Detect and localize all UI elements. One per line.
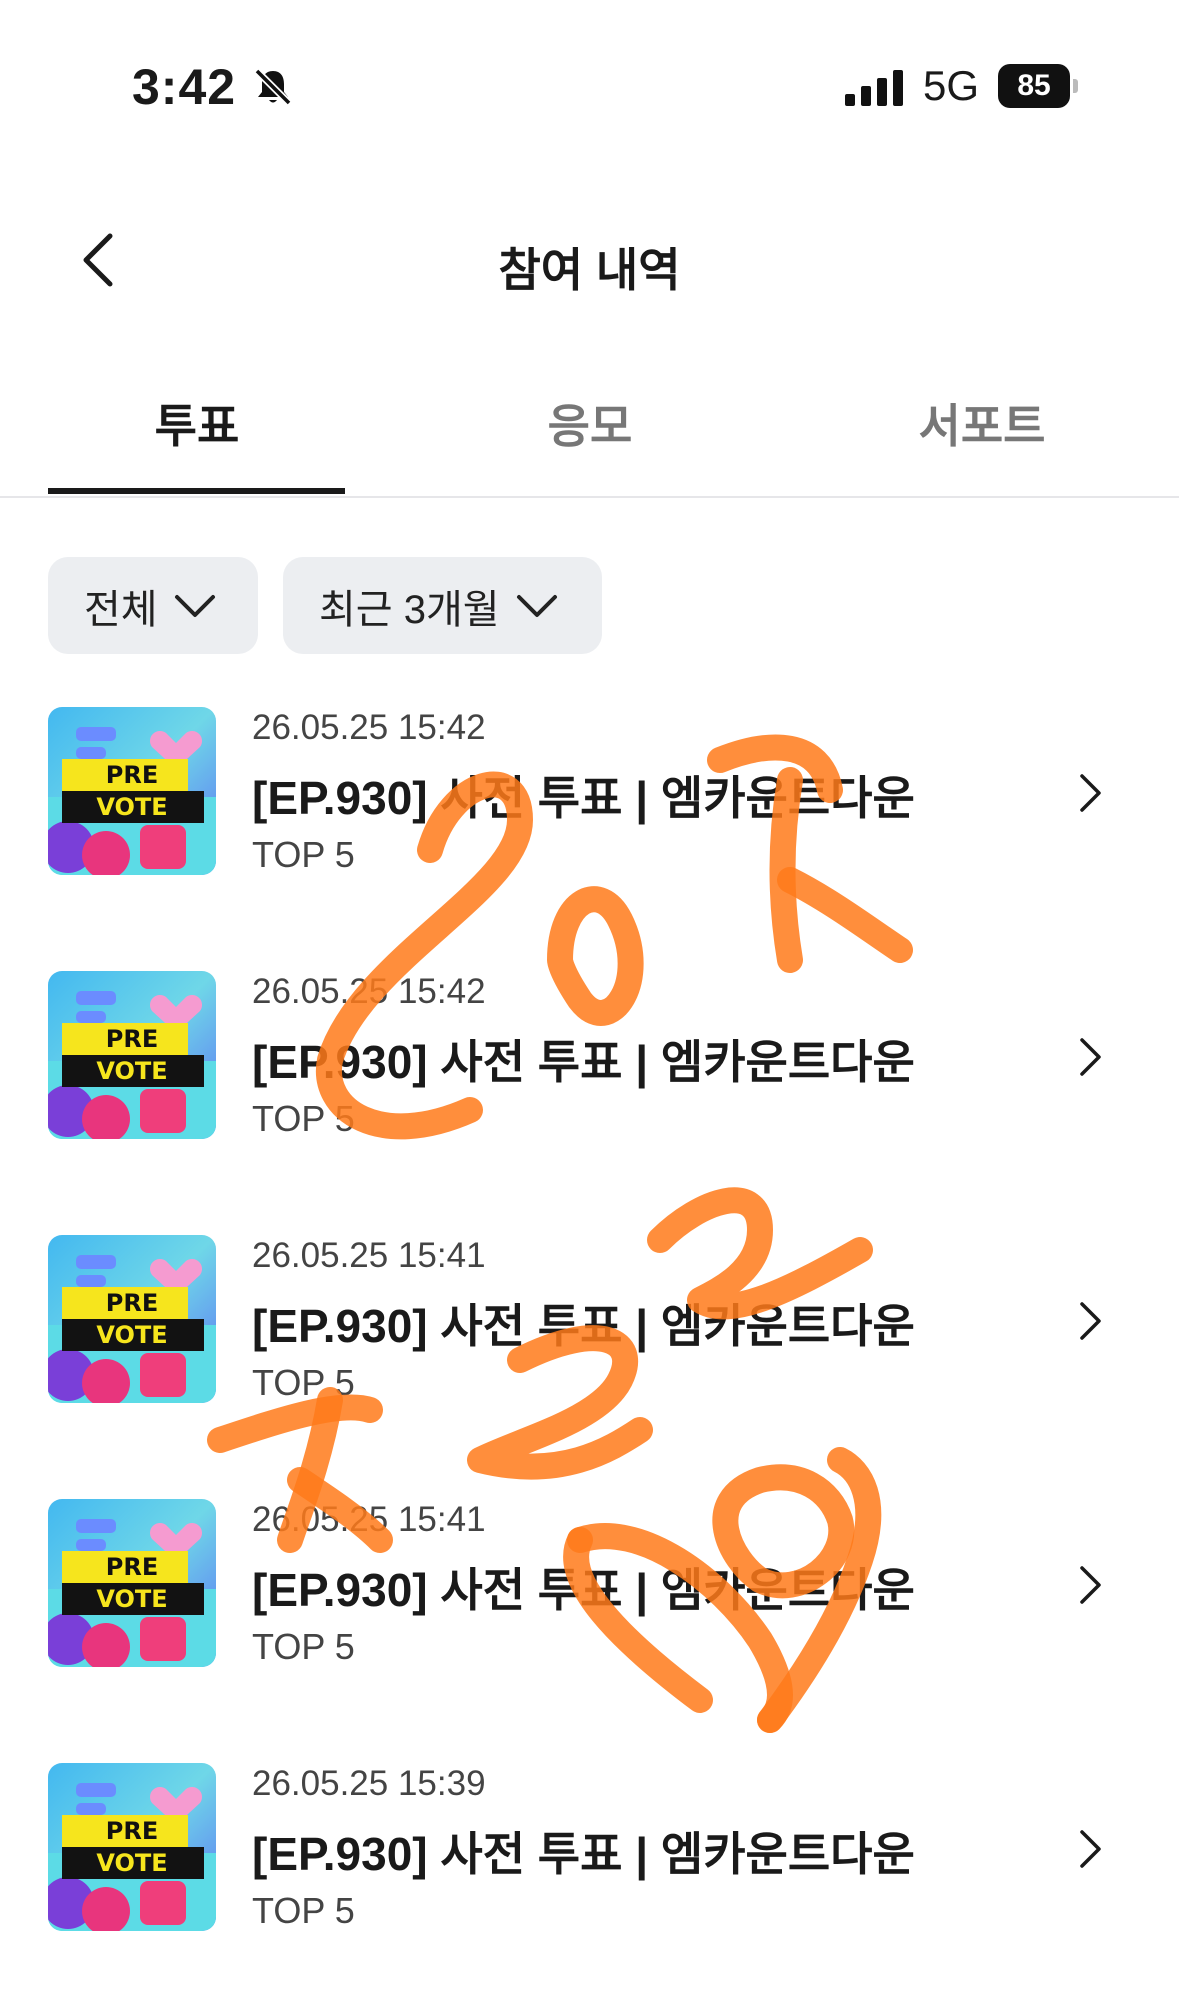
item-date: 26.05.25 15:39 bbox=[252, 1764, 486, 1803]
category-filter-button[interactable]: 전체 bbox=[48, 557, 258, 654]
status-bar: 3:42 5G 85 bbox=[0, 0, 1179, 150]
item-date: 26.05.25 15:42 bbox=[252, 708, 486, 747]
chevron-right-icon bbox=[1080, 774, 1101, 812]
list-item[interactable]: PRE VOTE 26.05.25 15:42 [EP.930] 사전 투표 | … bbox=[0, 964, 1179, 1164]
chevron-down-icon bbox=[174, 594, 215, 617]
item-subtitle: TOP 5 bbox=[252, 834, 355, 875]
svg-text:PRE: PRE bbox=[106, 1553, 158, 1581]
item-date: 26.05.25 15:41 bbox=[252, 1500, 486, 1539]
chevron-right-icon bbox=[1080, 1302, 1101, 1340]
item-subtitle: TOP 5 bbox=[252, 1098, 355, 1139]
pre-vote-thumbnail: PRE VOTE bbox=[48, 1499, 216, 1667]
list-item[interactable]: PRE VOTE 26.05.25 15:39 [EP.930] 사전 투표 | … bbox=[0, 1756, 1179, 1956]
tab-support[interactable]: 서포트 bbox=[832, 390, 1132, 456]
battery-cap bbox=[1073, 79, 1078, 93]
svg-text:PRE: PRE bbox=[106, 761, 158, 789]
svg-text:VOTE: VOTE bbox=[96, 1585, 167, 1613]
tab-vote[interactable]: 투표 bbox=[47, 390, 347, 456]
battery-level: 85 bbox=[998, 64, 1070, 108]
svg-text:VOTE: VOTE bbox=[96, 1849, 167, 1877]
item-title: [EP.930] 사전 투표 | 엠카운트다운 bbox=[252, 1036, 915, 1088]
svg-text:VOTE: VOTE bbox=[96, 793, 167, 821]
bell-muted-icon bbox=[254, 68, 292, 106]
chevron-down-icon bbox=[516, 594, 557, 617]
active-tab-indicator bbox=[48, 488, 345, 494]
item-title: [EP.930] 사전 투표 | 엠카운트다운 bbox=[252, 1564, 915, 1616]
page-title: 참여 내역 bbox=[498, 244, 681, 296]
svg-text:PRE: PRE bbox=[106, 1025, 158, 1053]
cellular-signal-icon bbox=[845, 70, 903, 106]
item-title: [EP.930] 사전 투표 | 엠카운트다운 bbox=[252, 1300, 915, 1352]
item-subtitle: TOP 5 bbox=[252, 1890, 355, 1931]
tab-bar: 투표 응모 서포트 bbox=[0, 370, 1179, 498]
pre-vote-thumbnail: PRE VOTE bbox=[48, 1235, 216, 1403]
pre-vote-thumbnail: PRE VOTE bbox=[48, 707, 216, 875]
list-item[interactable]: PRE VOTE 26.05.25 15:41 [EP.930] 사전 투표 | … bbox=[0, 1492, 1179, 1692]
svg-text:VOTE: VOTE bbox=[96, 1057, 167, 1085]
svg-text:VOTE: VOTE bbox=[96, 1321, 167, 1349]
network-type: 5G bbox=[923, 62, 980, 109]
chevron-right-icon bbox=[1080, 1038, 1101, 1076]
chevron-right-icon bbox=[1080, 1566, 1101, 1604]
svg-text:PRE: PRE bbox=[106, 1817, 158, 1845]
chevron-right-icon bbox=[1080, 1830, 1101, 1868]
item-subtitle: TOP 5 bbox=[252, 1626, 355, 1667]
status-time: 3:42 bbox=[132, 59, 237, 115]
list-item[interactable]: PRE VOTE 26.05.25 15:42 [EP.930] 사전 투표 | … bbox=[0, 700, 1179, 900]
period-filter-button[interactable]: 최근 3개월 bbox=[283, 557, 602, 654]
item-date: 26.05.25 15:41 bbox=[252, 1236, 486, 1275]
svg-text:PRE: PRE bbox=[106, 1289, 158, 1317]
category-filter-label: 전체 bbox=[84, 587, 158, 632]
period-filter-label: 최근 3개월 bbox=[319, 587, 500, 632]
nav-bar: 참여 내역 bbox=[0, 200, 1179, 330]
item-date: 26.05.25 15:42 bbox=[252, 972, 486, 1011]
tab-entry[interactable]: 응모 bbox=[440, 390, 740, 456]
list-item[interactable]: PRE VOTE 26.05.25 15:41 [EP.930] 사전 투표 | … bbox=[0, 1228, 1179, 1428]
item-title: [EP.930] 사전 투표 | 엠카운트다운 bbox=[252, 1828, 915, 1880]
pre-vote-thumbnail: PRE VOTE bbox=[48, 971, 216, 1139]
item-title: [EP.930] 사전 투표 | 엠카운트다운 bbox=[252, 772, 915, 824]
pre-vote-thumbnail: PRE VOTE bbox=[48, 1763, 216, 1931]
battery-icon: 85 bbox=[998, 64, 1078, 108]
item-subtitle: TOP 5 bbox=[252, 1362, 355, 1403]
